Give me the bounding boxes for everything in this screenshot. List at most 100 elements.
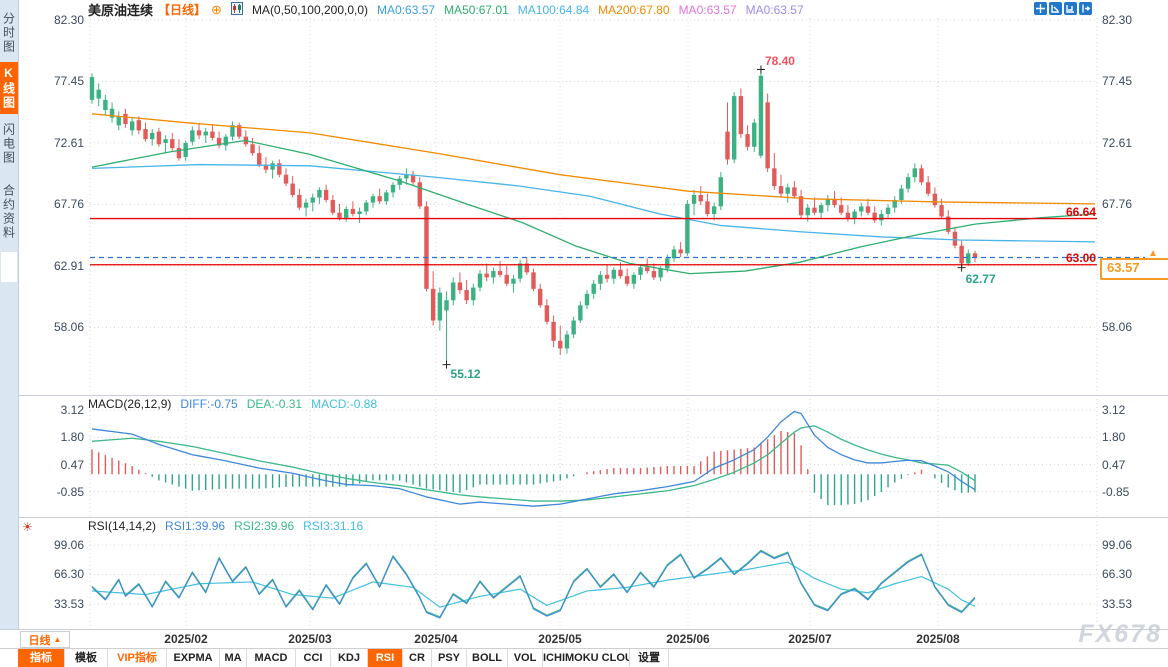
panel-divider bbox=[18, 517, 1168, 518]
axis-label: 67.76 bbox=[1102, 198, 1132, 211]
move-icon[interactable] bbox=[1034, 2, 1047, 15]
tab-模板[interactable]: 模板 bbox=[65, 649, 108, 667]
tab-VOL[interactable]: VOL bbox=[508, 649, 543, 667]
axis-label: 58.06 bbox=[1102, 321, 1132, 334]
candle-chart-icon[interactable] bbox=[231, 2, 243, 18]
recent-low-annotation: 62.77 bbox=[966, 272, 996, 286]
value-chip: MA100:64.84 bbox=[518, 3, 589, 17]
sidebar: 分时图 K线图闪电图合约资料 bbox=[0, 0, 19, 630]
watermark: FX678 bbox=[1078, 620, 1162, 649]
value-chip: MA0:63.57 bbox=[679, 3, 737, 17]
low-annotation: 55.12 bbox=[451, 367, 481, 381]
value-chip: DIFF:-0.75 bbox=[180, 397, 237, 411]
axis-label: 77.45 bbox=[1102, 75, 1132, 88]
period-tag[interactable]: 【日线】 bbox=[158, 1, 206, 18]
value-chip: MA50:67.01 bbox=[444, 3, 509, 17]
symbol-title: 美原油连续 bbox=[88, 0, 153, 19]
date-label: 2025/08 bbox=[906, 632, 970, 646]
date-label: 2025/05 bbox=[528, 632, 592, 646]
support-label: 63.00 bbox=[1036, 251, 1096, 265]
axis-label: 82.30 bbox=[1102, 14, 1132, 27]
toolbar-icons bbox=[1034, 2, 1092, 15]
sidebar-item-分时图[interactable]: 分时图 bbox=[0, 6, 18, 60]
last-price-value: 63.57 bbox=[1107, 260, 1140, 275]
axis-label: 99.06 bbox=[22, 539, 84, 552]
period-up-arrow-icon: ▲ bbox=[54, 635, 62, 644]
axis-label: 72.61 bbox=[1102, 137, 1132, 150]
axis-label: -0.85 bbox=[1102, 486, 1129, 499]
axis-scale-icon[interactable] bbox=[1064, 2, 1077, 15]
last-price-box: 63.57 bbox=[1100, 258, 1168, 280]
date-label: 2025/04 bbox=[404, 632, 468, 646]
tab-KDJ[interactable]: KDJ bbox=[331, 649, 368, 667]
axis-label: 3.12 bbox=[22, 404, 84, 417]
rsi-title: RSI(14,14,2) bbox=[88, 519, 156, 533]
axis-label: 62.91 bbox=[22, 260, 84, 273]
macd-title: MACD(26,12,9) bbox=[88, 397, 171, 411]
axis-label: 67.76 bbox=[22, 198, 84, 211]
price-up-arrow-icon: ▲ bbox=[1148, 248, 1158, 259]
date-label: 2025/06 bbox=[656, 632, 720, 646]
value-chip: MACD:-0.88 bbox=[311, 397, 377, 411]
add-indicator-icon[interactable]: ⊕ bbox=[211, 2, 222, 18]
high-annotation: 78.40 bbox=[765, 54, 795, 68]
tab-VIP指标[interactable]: VIP指标 bbox=[108, 649, 167, 667]
tab-BOLL[interactable]: BOLL bbox=[467, 649, 508, 667]
sidebar-item-合约资料[interactable]: 合约资料 bbox=[0, 174, 18, 250]
period-selector[interactable]: 日线 ▲ bbox=[20, 631, 70, 648]
tab-ICHIMOKU CLOUD[interactable]: ICHIMOKU CLOUD bbox=[543, 649, 630, 667]
tab-CCI[interactable]: CCI bbox=[296, 649, 331, 667]
axis-zoom-icon[interactable] bbox=[1049, 2, 1062, 15]
panel-divider bbox=[18, 395, 1168, 396]
axis-label: 66.30 bbox=[1102, 568, 1132, 581]
axis-label: 33.53 bbox=[22, 598, 84, 611]
axis-label: 0.47 bbox=[1102, 459, 1125, 472]
macd-values: DIFF:-0.75 DEA:-0.31 MACD:-0.88 bbox=[180, 397, 377, 411]
resistance-label: 66.64 bbox=[1036, 205, 1096, 219]
app-root: 分时图 K线图闪电图合约资料 美原油连续 【日线】 ⊕ MA(0,50,100,2… bbox=[0, 0, 1168, 667]
shift-right-icon[interactable] bbox=[1079, 2, 1092, 15]
axis-label: 82.30 bbox=[22, 14, 84, 27]
axis-label: 3.12 bbox=[1102, 404, 1125, 417]
tab-PSY[interactable]: PSY bbox=[432, 649, 467, 667]
value-chip: MA0:63.57 bbox=[746, 3, 804, 17]
rsi-values: RSI1:39.96 RSI2:39.96 RSI3:31.16 bbox=[165, 519, 363, 533]
axis-label: 58.06 bbox=[22, 321, 84, 334]
value-chip: DEA:-0.31 bbox=[247, 397, 302, 411]
main-chart-header: 美原油连续 【日线】 ⊕ MA(0,50,100,200,0,0) MA0:63.… bbox=[88, 2, 804, 17]
macd-panel-header: MACD(26,12,9) DIFF:-0.75 DEA:-0.31 MACD:-0… bbox=[88, 397, 377, 411]
value-chip: RSI1:39.96 bbox=[165, 519, 225, 533]
value-chip: MA0:63.57 bbox=[377, 3, 435, 17]
rsi-panel-header: RSI(14,14,2) RSI1:39.96 RSI2:39.96 RSI3:31… bbox=[88, 519, 363, 533]
value-chip: MA200:67.80 bbox=[598, 3, 669, 17]
sidebar-blank-box bbox=[1, 252, 17, 282]
indicator-settings-icon[interactable]: ☀ bbox=[22, 520, 33, 534]
chart-canvas[interactable] bbox=[0, 0, 1168, 667]
axis-label: 77.45 bbox=[22, 75, 84, 88]
tab-RSI[interactable]: RSI bbox=[368, 649, 403, 667]
date-label: 2025/07 bbox=[778, 632, 842, 646]
axis-label: 0.47 bbox=[22, 459, 84, 472]
axis-label: -0.85 bbox=[22, 486, 84, 499]
axis-label: 1.80 bbox=[22, 431, 84, 444]
value-chip: MA(0,50,100,200,0,0) bbox=[252, 3, 368, 17]
indicator-tab-bar: 指标模板VIP指标EXPMAMAMACDCCIKDJRSICRPSYBOLLVO… bbox=[0, 648, 1168, 667]
tab-MA[interactable]: MA bbox=[220, 649, 247, 667]
tab-设置[interactable]: 设置 bbox=[630, 649, 669, 667]
axis-label: 33.53 bbox=[1102, 598, 1132, 611]
value-chip: RSI3:31.16 bbox=[303, 519, 363, 533]
value-chip: RSI2:39.96 bbox=[234, 519, 294, 533]
tab-指标[interactable]: 指标 bbox=[18, 649, 65, 667]
sidebar-item-K线图[interactable]: K线图 bbox=[0, 62, 18, 114]
date-label: 2025/02 bbox=[154, 632, 218, 646]
period-label: 日线 bbox=[29, 632, 51, 648]
axis-label: 66.30 bbox=[22, 568, 84, 581]
tab-MACD[interactable]: MACD bbox=[247, 649, 296, 667]
tab-CR[interactable]: CR bbox=[403, 649, 432, 667]
ma-values: MA(0,50,100,200,0,0) MA0:63.57 MA50:67.01 M… bbox=[252, 3, 804, 17]
tab-EXPMA[interactable]: EXPMA bbox=[167, 649, 220, 667]
axis-label: 72.61 bbox=[22, 137, 84, 150]
axis-label: 99.06 bbox=[1102, 539, 1132, 552]
date-axis: 日线 ▲ 2025/022025/032025/042025/052025/06… bbox=[0, 630, 1168, 648]
sidebar-item-闪电图[interactable]: 闪电图 bbox=[0, 116, 18, 172]
